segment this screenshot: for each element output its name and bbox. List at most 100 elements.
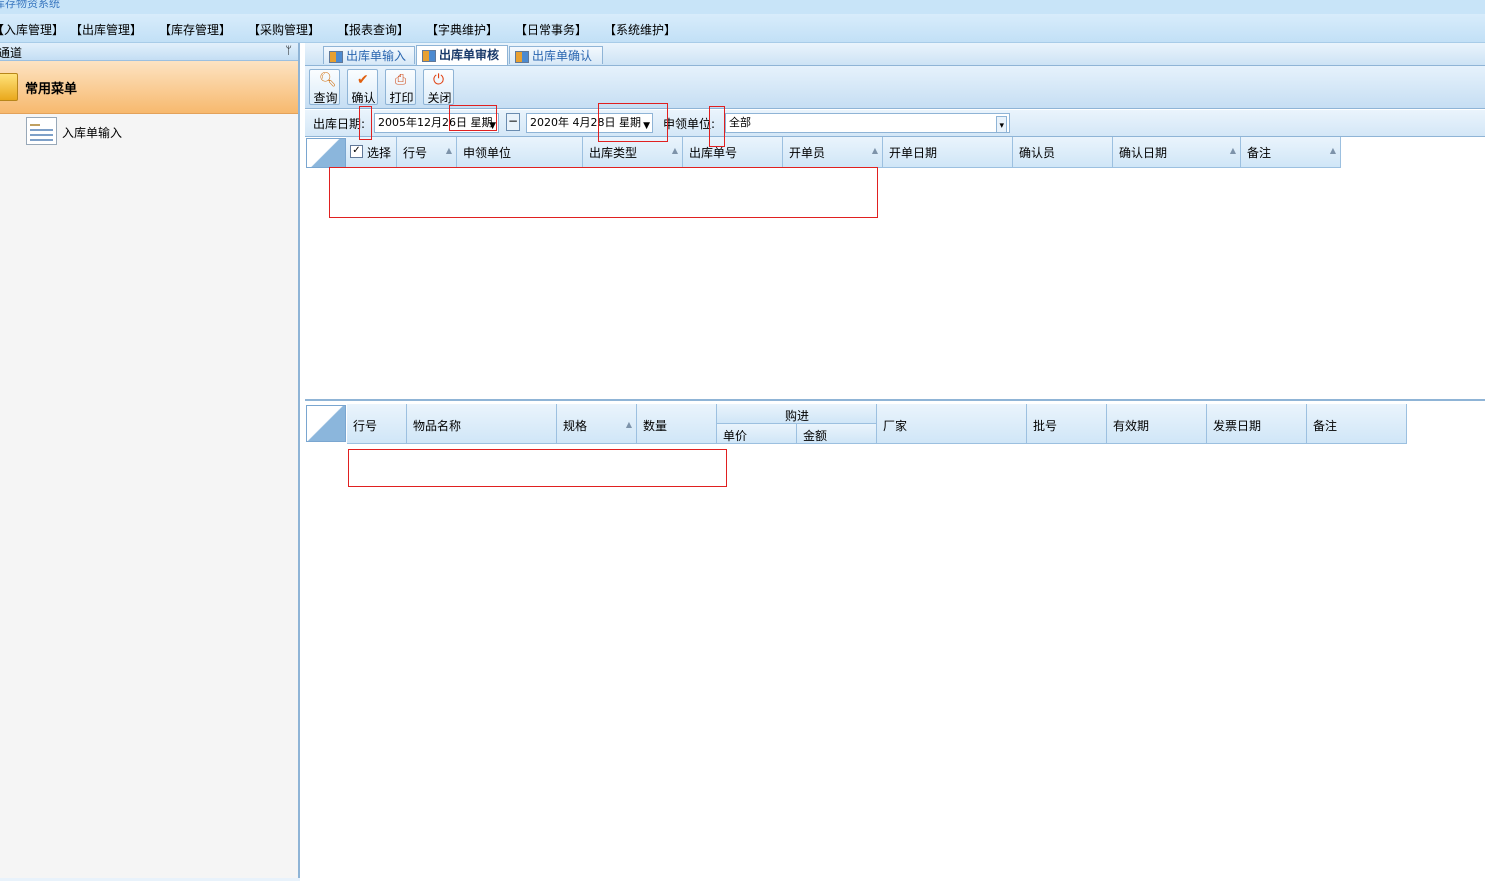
column-header-label: 行号: [353, 419, 378, 433]
query-button-label: 查询: [313, 91, 338, 105]
close-button[interactable]: ⏻ 关闭: [423, 69, 454, 105]
column-header-unit-price[interactable]: 单价: [717, 424, 797, 444]
confirm-button[interactable]: ✔ 确认: [347, 69, 378, 105]
query-button[interactable]: 🔍︎ 查询: [309, 69, 340, 105]
column-header-requesting-unit[interactable]: 申领单位: [457, 137, 583, 168]
column-header-select[interactable]: ✓ 选择: [346, 137, 397, 168]
favorites-section-title: 常用菜单: [25, 82, 78, 97]
power-icon: ⏻: [433, 72, 445, 88]
toolbar: 🔍︎ 查询 ✔ 确认 ⎙ 打印 ⏻ 关闭: [305, 66, 1485, 109]
column-header-expiry[interactable]: 有效期: [1107, 404, 1207, 444]
column-header-row-number[interactable]: 行号 ▲: [397, 137, 457, 168]
column-header-label: 开单员: [789, 146, 826, 160]
menu-bar: 【入库管理】 【出库管理】 【库存管理】 【采购管理】 【报表查询】 【字典维护…: [0, 14, 1485, 43]
column-group-purchase: 购进: [717, 404, 877, 424]
column-header-label: 确认员: [1019, 146, 1056, 160]
column-header-label: 申领单位: [463, 146, 512, 160]
column-header-label: 出库类型: [589, 146, 638, 160]
menu-purchase[interactable]: 【采购管理】: [248, 21, 320, 38]
sort-icon: ▲: [1229, 146, 1236, 155]
tab-strip: 出库单输入 出库单审核 出库单确认: [305, 43, 1485, 66]
form-icon: [26, 117, 57, 145]
nav-item-inbound-entry[interactable]: 入库单输入: [26, 117, 146, 147]
column-header-label: 数量: [643, 419, 668, 433]
column-header-issue-date[interactable]: 开单日期: [883, 137, 1013, 168]
sort-icon: ▲: [1329, 146, 1336, 155]
annotation-box: [449, 105, 497, 131]
menu-system[interactable]: 【系统维护】: [604, 21, 676, 38]
tab-outbound-review[interactable]: 出库单审核: [416, 45, 508, 65]
unit-value: 全部: [729, 116, 751, 129]
column-group-label: 购进: [784, 409, 809, 423]
favorites-section-header[interactable]: 常用菜单: [0, 61, 298, 114]
tab-icon: [422, 50, 436, 62]
menu-dictionary[interactable]: 【字典维护】: [426, 21, 498, 38]
column-header-label: 开单日期: [889, 146, 938, 160]
pin-icon[interactable]: ᛘ: [285, 44, 292, 57]
column-header-label: 选择: [367, 146, 392, 160]
checkmark-icon: ✔: [357, 72, 369, 88]
range-separator-button[interactable]: −: [506, 113, 520, 131]
search-icon: 🔍︎: [319, 72, 337, 88]
folder-icon: [0, 73, 18, 101]
printer-icon: ⎙: [395, 72, 407, 88]
column-header-remarks[interactable]: 备注: [1307, 404, 1407, 444]
confirm-button-label: 确认: [351, 91, 376, 105]
column-header-confirm-date[interactable]: 确认日期 ▲: [1113, 137, 1241, 168]
menu-inbound[interactable]: 【入库管理】: [0, 21, 64, 38]
tab-label: 出库单确认: [532, 49, 593, 63]
sort-icon: ▲: [871, 146, 878, 155]
print-button-label: 打印: [389, 91, 414, 105]
menu-outbound[interactable]: 【出库管理】: [70, 21, 142, 38]
column-header-invoice-date[interactable]: 发票日期: [1207, 404, 1307, 444]
column-header-manufacturer[interactable]: 厂家: [877, 404, 1027, 444]
column-header-confirmer[interactable]: 确认员: [1013, 137, 1113, 168]
chevron-down-icon: ▾: [996, 116, 1007, 132]
column-header-amount[interactable]: 金额: [797, 424, 877, 444]
column-header-label: 有效期: [1113, 419, 1150, 433]
column-header-label: 物品名称: [413, 419, 462, 433]
column-header-remarks[interactable]: 备注 ▲: [1241, 137, 1341, 168]
annotation-box: [359, 106, 372, 140]
annotation-box: [348, 449, 727, 487]
column-header-label: 备注: [1247, 146, 1272, 160]
grid-select-all-corner[interactable]: [306, 405, 346, 442]
sort-icon: ▲: [671, 146, 678, 155]
tab-icon: [515, 51, 529, 63]
nav-panel-header: 通道 ᛘ: [0, 43, 298, 61]
close-button-label: 关闭: [427, 91, 452, 105]
column-header-quantity[interactable]: 数量: [637, 404, 717, 444]
tab-outbound-entry[interactable]: 出库单输入: [323, 46, 415, 64]
column-header-label: 发票日期: [1213, 419, 1262, 433]
annotation-box: [598, 103, 668, 142]
grid-select-all-corner[interactable]: [306, 138, 346, 168]
column-header-label: 行号: [403, 146, 428, 160]
print-button[interactable]: ⎙ 打印: [385, 69, 416, 105]
sort-icon: ▲: [445, 146, 452, 155]
unit-select[interactable]: 全部 ▾: [725, 113, 1010, 133]
menu-inventory[interactable]: 【库存管理】: [159, 21, 231, 38]
tab-label: 出库单审核: [439, 48, 500, 62]
column-header-label: 金额: [803, 429, 828, 443]
tab-icon: [329, 51, 343, 63]
column-header-batch-number[interactable]: 批号: [1027, 404, 1107, 444]
column-header-label: 厂家: [883, 419, 908, 433]
annotation-box: [709, 106, 725, 147]
tab-label: 出库单输入: [346, 49, 407, 63]
column-header-outbound-number[interactable]: 出库单号: [683, 137, 783, 168]
column-header-item-name[interactable]: 物品名称: [407, 404, 557, 444]
menu-daily[interactable]: 【日常事务】: [515, 21, 587, 38]
date-label: 出库日期:: [313, 117, 366, 131]
column-header-label: 确认日期: [1119, 146, 1168, 160]
menu-reports[interactable]: 【报表查询】: [337, 21, 409, 38]
column-header-label: 批号: [1033, 419, 1058, 433]
left-nav-panel: 通道 ᛘ 常用菜单 入库单输入: [0, 43, 300, 881]
tab-outbound-confirm[interactable]: 出库单确认: [509, 46, 603, 64]
column-header-label: 单价: [723, 429, 748, 443]
column-header-spec[interactable]: 规格 ▲: [557, 404, 637, 444]
window-title-bar: 库存物资系统: [0, 0, 1485, 14]
column-header-row-number[interactable]: 行号: [347, 404, 407, 444]
checkbox-icon[interactable]: ✓: [350, 145, 363, 158]
column-header-issuer[interactable]: 开单员 ▲: [783, 137, 883, 168]
nav-panel-title: 通道: [0, 46, 23, 60]
